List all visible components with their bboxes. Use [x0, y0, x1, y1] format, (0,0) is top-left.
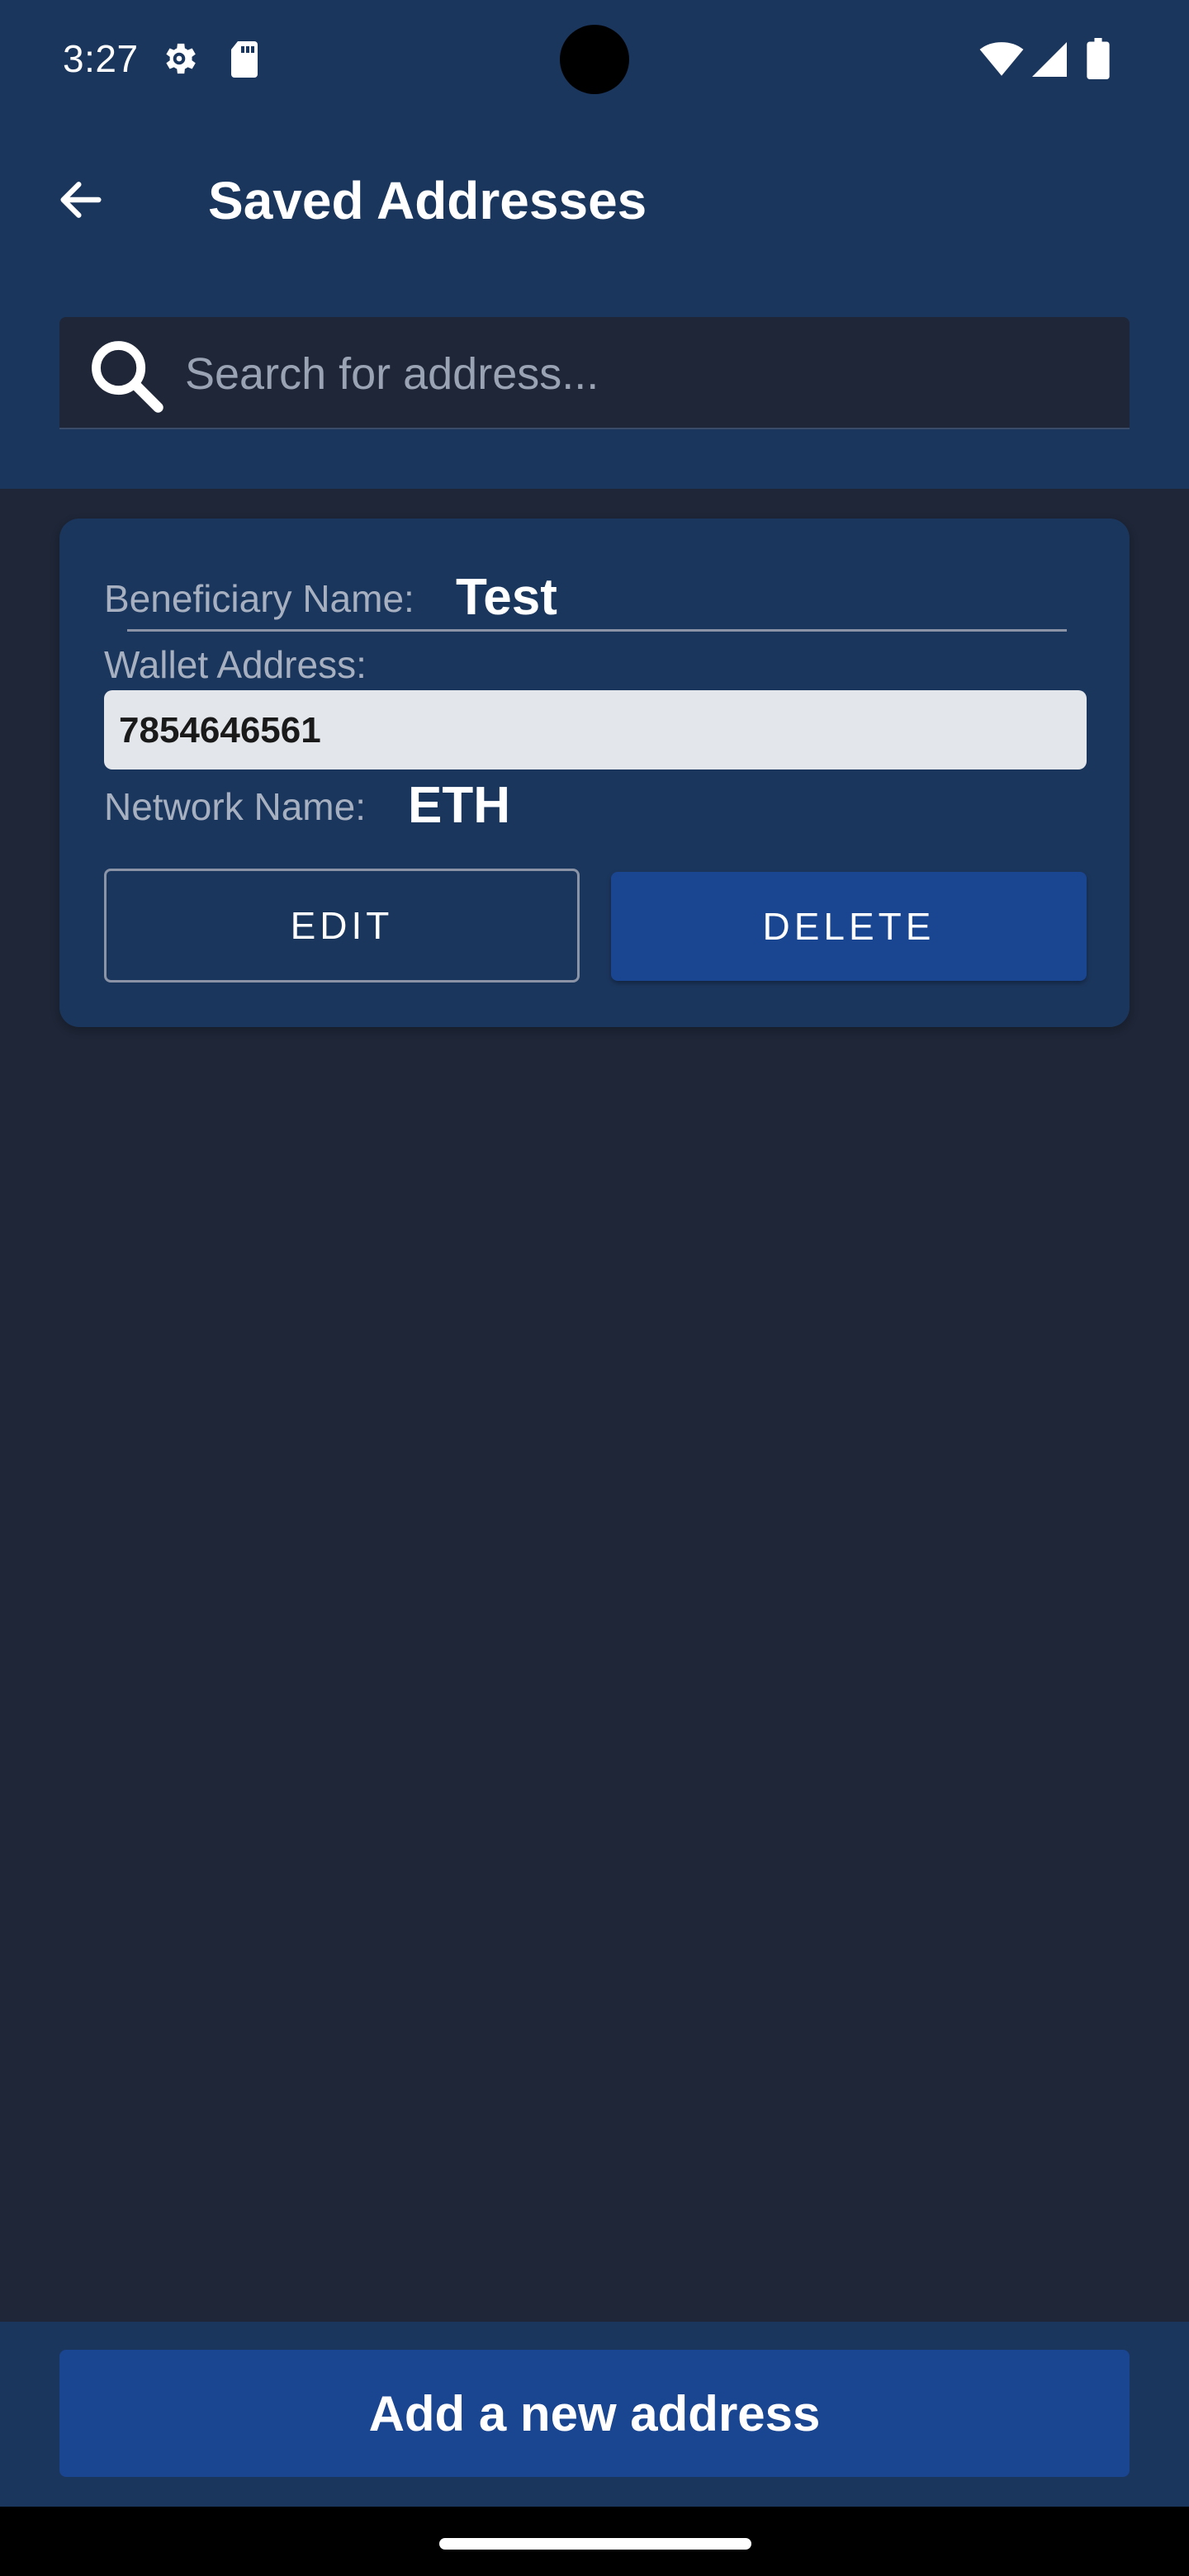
header: 3:27 Saved Addresses Search for address.… [0, 0, 1189, 489]
arrow-left-icon [60, 182, 102, 218]
address-card: Beneficiary Name: Test Wallet Address: 7… [59, 519, 1130, 1027]
status-bar: 3:27 [0, 0, 1189, 119]
status-time: 3:27 [63, 37, 139, 80]
home-indicator[interactable] [439, 2538, 751, 2550]
search-icon [92, 341, 163, 413]
network-name-value: ETH [408, 777, 510, 834]
wifi-icon [979, 42, 1024, 76]
back-button[interactable] [41, 167, 121, 233]
beneficiary-name-label: Beneficiary Name: [104, 577, 414, 620]
signal-icon [1032, 42, 1067, 77]
search-input[interactable] [185, 337, 1110, 411]
edit-button[interactable]: EDIT [104, 869, 580, 983]
toolbar: Saved Addresses [0, 119, 1189, 284]
camera-cutout [560, 25, 629, 94]
search-bar[interactable] [59, 317, 1130, 429]
wallet-address-value: 7854646561 [119, 710, 321, 751]
wallet-address-field: 7854646561 [104, 690, 1087, 769]
beneficiary-underline [127, 629, 1067, 632]
delete-button[interactable]: DELETE [611, 872, 1087, 981]
bottom-bar: Add a new address [0, 2322, 1189, 2507]
beneficiary-name-value: Test [456, 569, 557, 626]
gear-icon [166, 43, 196, 74]
battery-icon [1087, 38, 1110, 79]
add-new-address-button[interactable]: Add a new address [59, 2350, 1130, 2477]
gesture-nav-bar [0, 2507, 1189, 2576]
sd-card-icon [231, 41, 258, 78]
wallet-address-label: Wallet Address: [104, 643, 367, 686]
saved-addresses-screen: 3:27 Saved Addresses Search for address.… [0, 0, 1189, 2576]
page-title: Saved Addresses [208, 171, 647, 230]
network-name-label: Network Name: [104, 785, 366, 828]
